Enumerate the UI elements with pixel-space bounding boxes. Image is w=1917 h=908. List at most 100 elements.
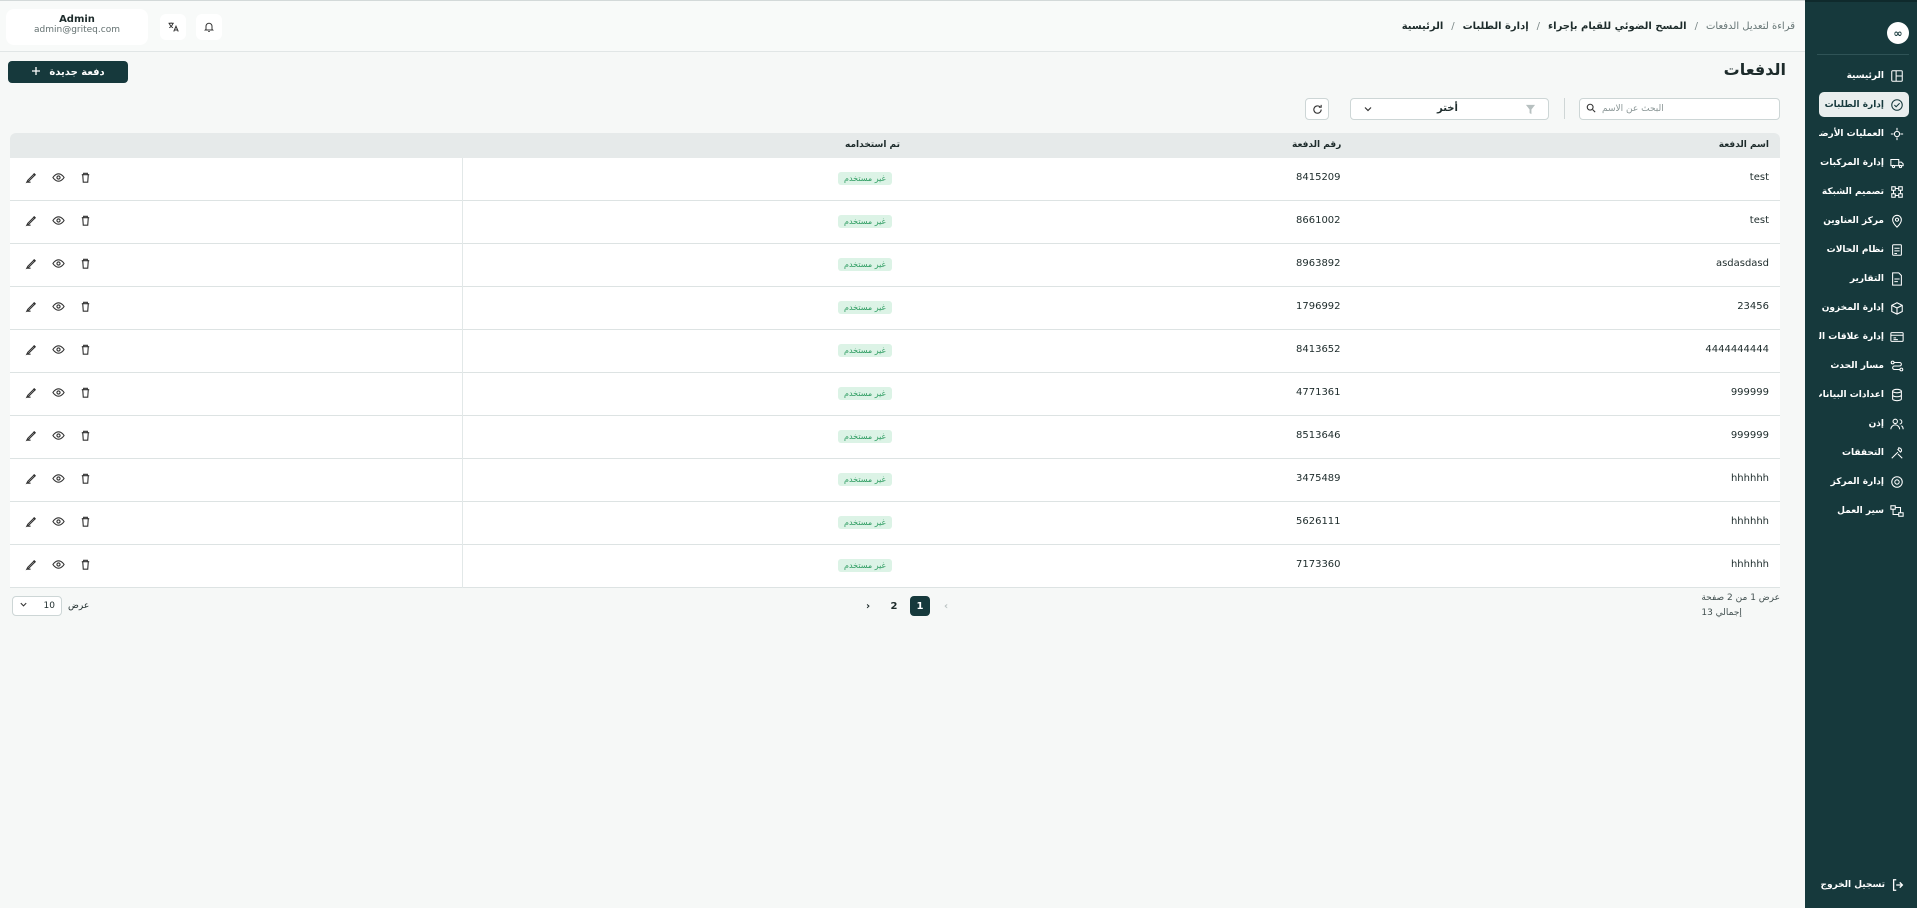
delete-button[interactable] [76,256,94,274]
edit-button[interactable] [22,299,40,317]
table-header: اسم الدفعة رقم الدفعة تم استخدامه [10,133,1780,158]
edit-button[interactable] [22,428,40,446]
prev-page-button[interactable]: ‹ [936,596,956,616]
sidebar-item-7[interactable]: التقارير [1819,266,1909,291]
search-input[interactable]: البحث عن الاسم [1579,98,1780,120]
user-name: Admin [59,14,95,25]
status-badge: غير مستخدم [838,215,892,228]
edit-button[interactable] [22,342,40,360]
view-button[interactable] [49,471,67,489]
delete-button[interactable] [76,557,94,575]
toolbar-divider [1564,98,1565,119]
delete-button[interactable] [76,514,94,532]
breadcrumb-current: قراءة لتعديل الدفعات [1705,21,1795,32]
filter-select[interactable]: أختر [1350,98,1549,120]
row-actions [22,385,94,403]
trash-icon [79,343,92,359]
sidebar-item-10[interactable]: مسار الحدث [1819,353,1909,378]
trash-icon [79,300,92,316]
status-badge: غير مستخدم [838,344,892,357]
page-size-select[interactable]: 10 [12,596,62,616]
edit-button[interactable] [22,385,40,403]
logout-button[interactable]: تسجيل الخروج [1821,878,1906,892]
language-button[interactable] [160,14,186,40]
filter-icon [1525,104,1536,118]
page-button-1[interactable]: 1 [910,596,930,616]
trash-icon [79,171,92,187]
batch-number: 7173360 [1296,559,1341,570]
sidebar-item-3[interactable]: إدارة المركبات [1819,150,1909,175]
sidebar-item-2[interactable]: العمليات الأرضية [1819,121,1909,146]
sidebar-item-12[interactable]: إذن [1819,411,1909,436]
user-menu[interactable]: Admin admin@griteq.com [6,9,148,45]
notifications-button[interactable] [196,14,222,40]
truck-icon [1890,156,1904,170]
refresh-button[interactable] [1305,98,1329,120]
pen-icon [25,214,38,230]
sidebar-item-14[interactable]: إدارة المركز [1819,469,1909,494]
edit-button[interactable] [22,256,40,274]
sidebar-item-5[interactable]: مركز العناوين [1819,208,1909,233]
delete-button[interactable] [76,471,94,489]
row-actions [22,514,94,532]
batch-name: 23456 [1737,301,1769,312]
edit-button[interactable] [22,471,40,489]
sidebar-item-8[interactable]: إدارة المخزون [1819,295,1909,320]
table-row: hhhhhh 3475489 غير مستخدم [10,459,1780,502]
delete-button[interactable] [76,385,94,403]
pagination-showing: عرض 1 من 2 صفحة [1701,593,1780,603]
delete-button[interactable] [76,428,94,446]
view-button[interactable] [49,213,67,231]
delete-button[interactable] [76,213,94,231]
eye-icon [51,558,65,574]
new-batch-button[interactable]: دفعة جديدة [8,61,128,83]
next-page-button[interactable]: › [858,596,878,616]
delete-button[interactable] [76,170,94,188]
view-button[interactable] [49,299,67,317]
edit-button[interactable] [22,514,40,532]
batch-name: 999999 [1730,430,1769,441]
edit-button[interactable] [22,557,40,575]
view-button[interactable] [49,428,67,446]
sidebar-item-0[interactable]: الرئيسية [1819,63,1909,88]
breadcrumb-scan[interactable]: المسح الضوئي للقيام بإجراء [1548,21,1687,32]
pen-icon [25,429,38,445]
sidebar-item-15[interactable]: سير العمل [1819,498,1909,523]
breadcrumb-orders[interactable]: إدارة الطلبات [1463,21,1529,32]
row-actions [22,557,94,575]
sidebar-item-4[interactable]: تصميم الشبكة [1819,179,1909,204]
sidebar-item-label: العمليات الأرضية [1819,128,1884,139]
sidebar-item-label: إدارة الطلبات [1824,99,1884,110]
pen-icon [25,257,38,273]
sidebar-item-label: إدارة المخزون [1821,302,1884,313]
delete-button[interactable] [76,299,94,317]
view-button[interactable] [49,342,67,360]
page-button-2[interactable]: 2 [884,596,904,616]
edit-button[interactable] [22,170,40,188]
batch-number: 8413652 [1296,344,1341,355]
sidebar-item-label: مسار الحدث [1830,360,1884,371]
breadcrumb-home[interactable]: الرئيسية [1402,21,1444,32]
status-badge: غير مستخدم [838,473,892,486]
column-divider [462,545,463,588]
pen-icon [25,558,38,574]
view-button[interactable] [49,514,67,532]
sidebar-item-11[interactable]: اعدادات البيانات [1819,382,1909,407]
view-button[interactable] [49,256,67,274]
pen-icon [25,386,38,402]
edit-button[interactable] [22,213,40,231]
trash-icon [79,386,92,402]
view-button[interactable] [49,385,67,403]
view-button[interactable] [49,170,67,188]
sidebar-item-label: سير العمل [1837,505,1884,516]
sidebar-item-9[interactable]: إدارة علاقات العملاء [1819,324,1909,349]
view-button[interactable] [49,557,67,575]
delete-button[interactable] [76,342,94,360]
sidebar-item-13[interactable]: التحققات [1819,440,1909,465]
sidebar-item-6[interactable]: نظام الحالات [1819,237,1909,262]
sidebar-item-1[interactable]: إدارة الطلبات [1819,92,1909,117]
trash-icon [79,515,92,531]
eye-icon [51,429,65,445]
center-icon [1890,475,1904,489]
sidebar-item-label: التحققات [1841,447,1884,458]
